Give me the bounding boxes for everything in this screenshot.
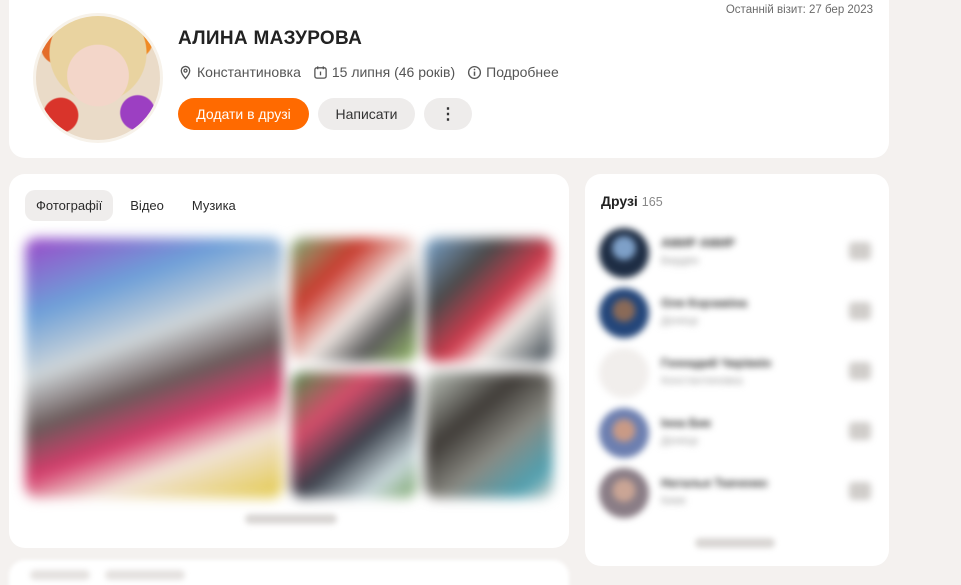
profile-actions: Додати в друзі Написати ⋮: [178, 98, 472, 130]
message-button[interactable]: Написати: [318, 98, 415, 130]
photo-thumbnail[interactable]: [425, 238, 553, 362]
profile-card: АЛИНА МАЗУРОВА Останній візит: 27 бер 20…: [9, 0, 889, 158]
add-friend-button[interactable]: Додати в друзі: [178, 98, 309, 130]
add-friend-icon[interactable]: [849, 242, 871, 260]
last-visit: Останній візит: 27 бер 2023: [725, 4, 873, 16]
avatar[interactable]: [599, 348, 649, 398]
location-item: Константиновка: [178, 64, 301, 80]
profile-meta: Константиновка 15 липня (46 років) Подро…: [178, 64, 559, 80]
feed-tabs-strip: [9, 560, 569, 585]
media-tabs: Фотографії Відео Музика: [25, 190, 247, 221]
show-all-friends-link[interactable]: [695, 538, 775, 548]
location-pin-icon: [180, 65, 191, 80]
photo-thumbnail[interactable]: [425, 372, 553, 498]
add-friend-icon[interactable]: [849, 302, 871, 320]
profile-name: АЛИНА МАЗУРОВА: [178, 28, 363, 49]
friends-title[interactable]: Друзі 165: [601, 193, 663, 209]
photo-thumbnail[interactable]: [291, 238, 417, 362]
media-card: Фотографії Відео Музика: [9, 174, 569, 548]
birthday-text: 15 липня (46 років): [331, 64, 456, 80]
friend-location: Бердян: [661, 255, 699, 267]
details-text[interactable]: Подробнее: [486, 64, 559, 80]
calendar-icon: [314, 65, 327, 79]
tab-videos[interactable]: Відео: [119, 190, 175, 221]
add-friend-icon[interactable]: [849, 422, 871, 440]
friend-name[interactable]: Інна Бик: [661, 416, 711, 430]
photo-thumbnail[interactable]: [291, 372, 417, 498]
friend-name[interactable]: Геннадий Чирівкін: [661, 356, 771, 370]
feed-tab[interactable]: [105, 570, 185, 580]
friend-item[interactable]: Інна Бик Донецк: [599, 408, 877, 460]
friend-name[interactable]: АМИР АМИР: [661, 236, 735, 250]
friends-title-text: Друзі: [601, 193, 638, 209]
avatar[interactable]: [599, 288, 649, 338]
friend-item[interactable]: Наталья Ткаченко Киев: [599, 468, 877, 520]
birthday-item: 15 липня (46 років): [313, 64, 455, 80]
friend-location: Донецк: [661, 435, 698, 447]
avatar[interactable]: [599, 228, 649, 278]
friend-location: Киев: [661, 495, 686, 507]
add-friend-icon[interactable]: [849, 362, 871, 380]
profile-avatar[interactable]: [33, 13, 163, 143]
photo-thumbnail[interactable]: [25, 238, 283, 498]
details-link[interactable]: Подробнее: [467, 64, 559, 80]
feed-tab[interactable]: [30, 570, 90, 580]
friends-card: Друзі 165 АМИР АМИР Бердян Оля Корзавіна …: [585, 174, 889, 566]
show-all-photos-link[interactable]: [245, 514, 337, 524]
friend-location: Донецк: [661, 315, 698, 327]
location-text: Константиновка: [197, 64, 301, 80]
friend-location: Константиновка: [661, 375, 743, 387]
avatar[interactable]: [599, 408, 649, 458]
friend-name[interactable]: Оля Корзавіна: [661, 296, 747, 310]
add-friend-icon[interactable]: [849, 482, 871, 500]
info-icon: [468, 65, 482, 79]
friends-count: 165: [641, 195, 663, 209]
friend-item[interactable]: АМИР АМИР Бердян: [599, 228, 877, 280]
avatar[interactable]: [599, 468, 649, 518]
more-options-button[interactable]: ⋮: [424, 98, 472, 130]
tab-music[interactable]: Музика: [181, 190, 247, 221]
friend-item[interactable]: Оля Корзавіна Донецк: [599, 288, 877, 340]
tab-photos[interactable]: Фотографії: [25, 190, 114, 221]
friend-name[interactable]: Наталья Ткаченко: [661, 476, 768, 490]
friend-item[interactable]: Геннадий Чирівкін Константиновка: [599, 348, 877, 400]
